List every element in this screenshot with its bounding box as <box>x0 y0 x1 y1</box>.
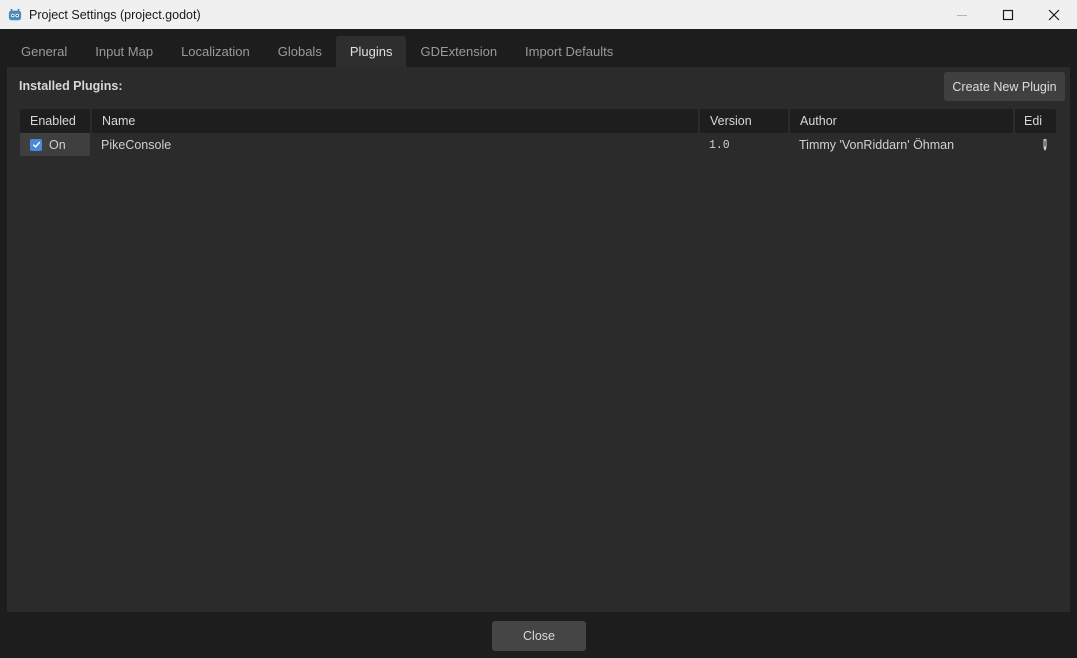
create-new-plugin-button[interactable]: Create New Plugin <box>944 72 1065 101</box>
plugins-panel: Installed Plugins: Create New Plugin Ena… <box>7 67 1070 612</box>
plugin-enabled-toggle[interactable]: On <box>20 133 90 156</box>
column-header-edit[interactable]: Edi <box>1015 109 1056 133</box>
tab-gdextension[interactable]: GDExtension <box>406 36 511 67</box>
plugins-table: Enabled Name Version Author Edi On PikeC… <box>19 109 1056 157</box>
plugin-enabled-label: On <box>49 137 66 152</box>
close-icon <box>1048 9 1060 20</box>
column-header-author[interactable]: Author <box>790 109 1013 133</box>
table-row[interactable]: On PikeConsole 1.0 Timmy 'VonRiddarn' Öh… <box>19 133 1056 157</box>
column-header-version[interactable]: Version <box>700 109 788 133</box>
installed-plugins-label: Installed Plugins: <box>19 79 123 93</box>
minimize-icon <box>957 14 967 16</box>
close-window-button[interactable] <box>1031 0 1077 29</box>
window-title: Project Settings (project.godot) <box>29 7 201 22</box>
checkbox-checked-icon[interactable] <box>30 138 42 151</box>
tab-input-map[interactable]: Input Map <box>81 36 167 67</box>
edit-plugin-button[interactable] <box>1039 133 1051 157</box>
maximize-icon <box>1002 9 1014 20</box>
tab-import-defaults[interactable]: Import Defaults <box>511 36 627 67</box>
plugin-version: 1.0 <box>709 138 730 152</box>
plugin-name: PikeConsole <box>101 138 172 152</box>
minimize-button[interactable] <box>939 0 985 29</box>
column-header-enabled[interactable]: Enabled <box>20 109 90 133</box>
column-header-name[interactable]: Name <box>92 109 698 133</box>
maximize-button[interactable] <box>985 0 1031 29</box>
table-header: Enabled Name Version Author Edi <box>19 109 1056 133</box>
close-button[interactable]: Close <box>492 621 586 651</box>
settings-tabbar: General Input Map Localization Globals P… <box>7 36 1070 67</box>
tab-globals[interactable]: Globals <box>264 36 336 67</box>
window-controls <box>939 0 1077 29</box>
tab-general[interactable]: General <box>7 36 81 67</box>
window-titlebar[interactable]: Project Settings (project.godot) <box>0 0 1077 29</box>
tab-localization[interactable]: Localization <box>167 36 264 67</box>
plugin-author: Timmy 'VonRiddarn' Öhman <box>799 138 955 152</box>
godot-icon <box>8 8 22 20</box>
tab-plugins[interactable]: Plugins <box>335 36 407 67</box>
pencil-icon <box>1043 139 1047 151</box>
